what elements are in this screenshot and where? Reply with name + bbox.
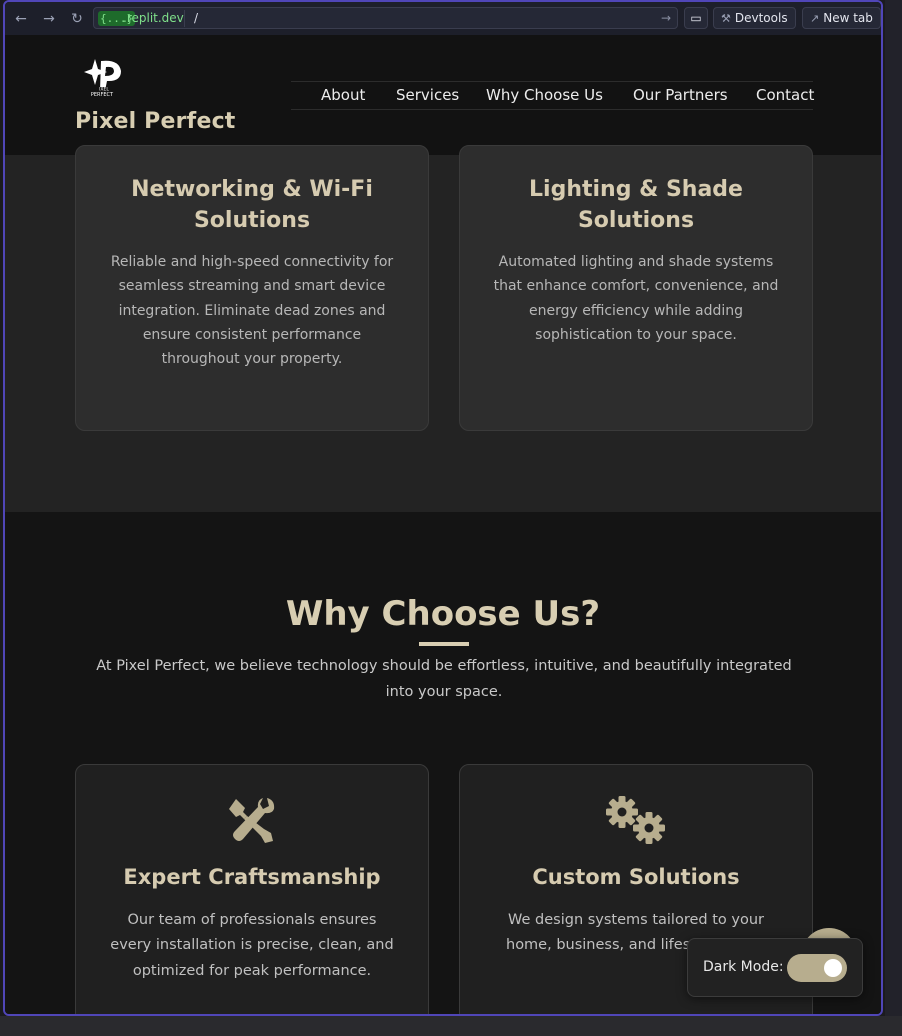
feature-card-craftsmanship: Expert Craftsmanship Our team of profess… [75,764,429,1014]
dark-mode-toggle[interactable] [787,954,847,982]
dark-mode-panel: Dark Mode: [687,938,863,997]
feature-text-line: Our team of professionals ensures [127,912,377,928]
services-section: Networking & Wi-Fi Solutions Reliable an… [5,145,881,512]
feature-text-line: We design systems tailored to your [508,912,764,928]
service-text-line: Reliable and high-speed connectivity for [110,254,394,270]
service-text-line: seamless streaming and smart device [118,278,386,294]
wrench-icon: ⚒ [721,12,731,25]
main-nav: About Services Why Choose Us Our Partner… [291,81,814,110]
address-bar[interactable]: {...} .replit.dev / → [93,7,678,29]
title-underline [419,642,469,646]
new-tab-button[interactable]: ↗ New tab [802,7,881,29]
feature-text-line: every installation is precise, clean, an… [110,937,394,953]
url-divider [184,10,185,27]
feature-title: Custom Solutions [532,865,740,889]
browser-toolbar: ← → ↻ {...} .replit.dev / → ▭ ⚒ Devtools … [5,2,881,36]
nav-services[interactable]: Services [396,86,459,104]
device-icon[interactable]: ▭ [684,7,708,29]
new-tab-label: New tab [823,11,873,25]
reload-icon[interactable]: ↻ [67,9,87,29]
site-header: IXEL PERFECT Pixel Perfect About Service… [5,35,881,155]
gears-icon [460,795,812,845]
service-title-line: Lighting & Shade [529,177,743,202]
service-text-line: sophistication to your space. [535,327,737,343]
service-text-line: integration. Eliminate dead zones and [118,303,386,319]
svg-text:PERFECT: PERFECT [91,92,114,97]
window-edge [885,0,902,1036]
feature-text-line: optimized for peak performance. [132,963,372,979]
url-path[interactable]: / [194,10,198,27]
devtools-label: Devtools [734,11,788,25]
service-title-line: Networking & Wi-Fi [131,177,373,202]
section-subtitle-line: At Pixel Perfect, we believe technology … [96,658,792,674]
section-subtitle-line: into your space. [385,684,503,700]
section-title: Why Choose Us? [285,594,601,634]
service-card-lighting: Lighting & Shade Solutions Automated lig… [459,145,813,431]
feature-title: Expert Craftsmanship [123,865,381,889]
nav-about[interactable]: About [321,86,365,104]
service-title-line: Solutions [577,208,695,233]
forward-icon[interactable]: → [39,9,59,29]
go-arrow-icon[interactable]: → [661,10,671,27]
devtools-button[interactable]: ⚒ Devtools [713,7,796,29]
dark-mode-label: Dark Mode: [703,959,784,975]
nav-contact[interactable]: Contact [756,86,814,104]
brand-name[interactable]: Pixel Perfect [75,109,236,134]
browser-window: ← → ↻ {...} .replit.dev / → ▭ ⚒ Devtools … [3,0,883,1016]
service-text-line: ensure consistent performance [142,327,362,343]
window-bottom-edge [0,1016,902,1036]
service-text-line: throughout your property. [161,351,343,367]
toggle-knob [824,959,842,977]
service-text-line: energy efficiency while adding [528,303,744,319]
service-text-line: that enhance comfort, convenience, and [493,278,779,294]
external-link-icon: ↗ [810,12,820,25]
nav-why-choose-us[interactable]: Why Choose Us [486,86,603,104]
pixel-perfect-logo[interactable]: IXEL PERFECT [83,57,125,97]
service-card-networking: Networking & Wi-Fi Solutions Reliable an… [75,145,429,431]
url-host: .replit.dev [123,11,184,25]
nav-our-partners[interactable]: Our Partners [633,86,728,104]
service-text-line: Automated lighting and shade systems [498,254,774,270]
tools-icon [76,795,428,845]
back-icon[interactable]: ← [11,9,31,29]
service-title-line: Solutions [193,208,311,233]
